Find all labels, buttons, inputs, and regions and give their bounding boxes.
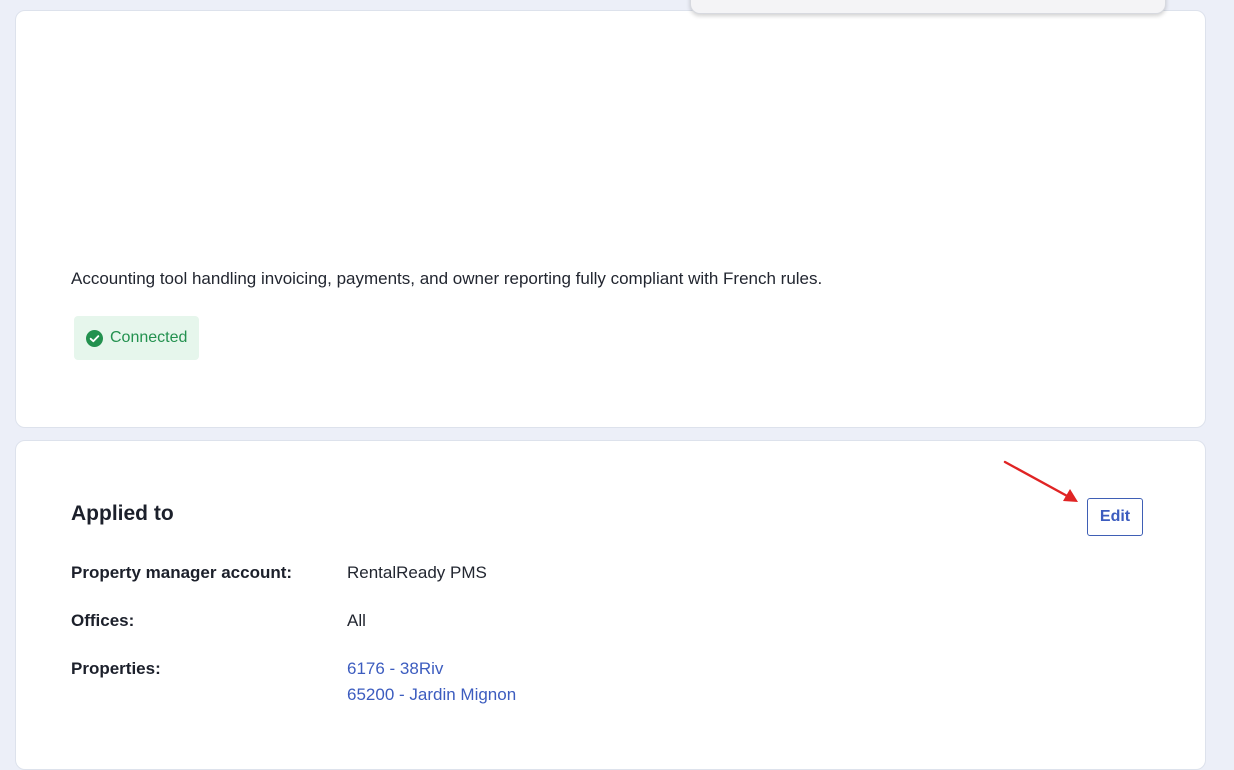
property-manager-account-label: Property manager account: [71,563,293,582]
annotation-arrow-icon [1003,460,1078,502]
check-circle-icon [86,329,103,347]
offices-value: All [347,611,366,630]
status-label: Connected [110,329,188,346]
properties-label: Properties: [71,659,161,678]
integration-description: Accounting tool handling invoicing, paym… [71,269,823,288]
integration-card: Accounting tool handling invoicing, paym… [15,10,1206,428]
status-badge: Connected [74,316,200,360]
edit-button[interactable]: Edit [1087,498,1143,536]
offices-label: Offices: [71,611,135,630]
property-link[interactable]: 6176 - 38Riv [347,658,443,680]
property-manager-account-value: RentalReady PMS [347,563,487,582]
section-title: Applied to [71,502,174,525]
applied-to-card: Applied to Edit Property manager account… [15,440,1206,770]
property-link[interactable]: 65200 - Jardin Mignon [347,684,516,706]
dropdown-popover-edge [690,0,1166,14]
